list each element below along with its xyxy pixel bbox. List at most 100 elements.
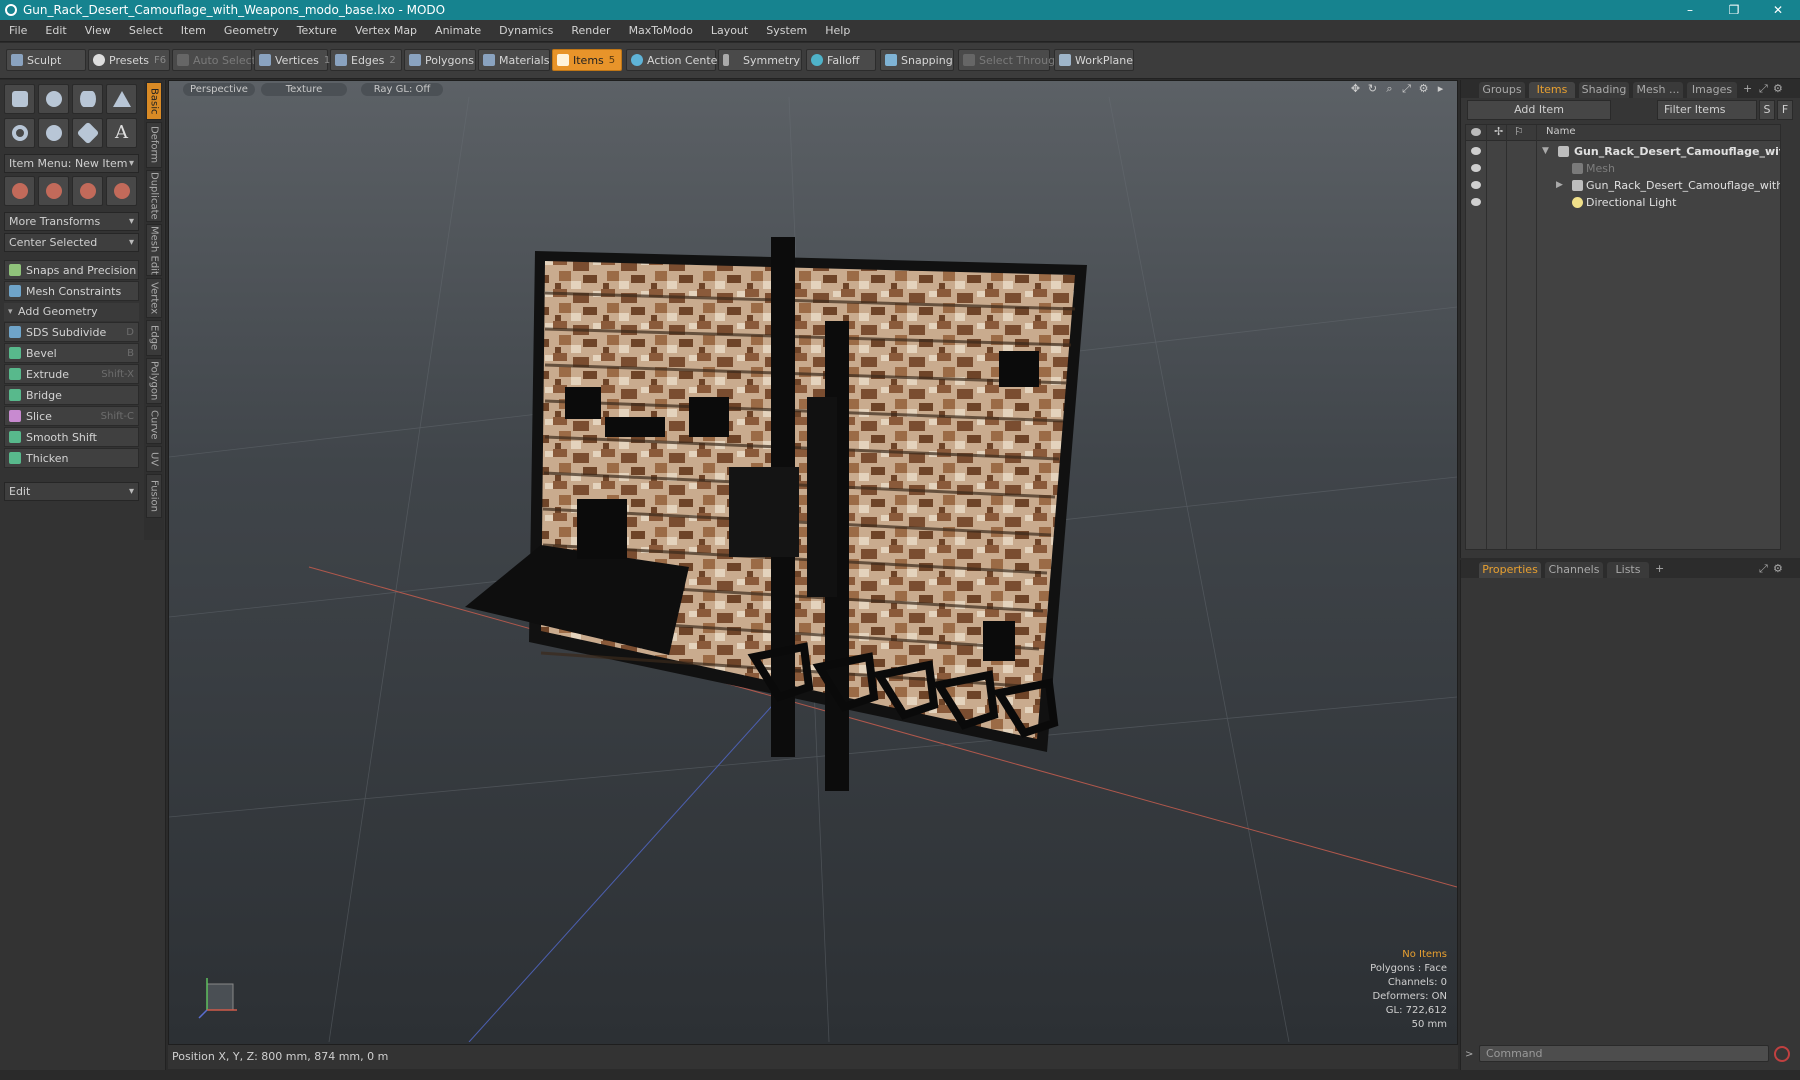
- falloff-button[interactable]: Falloff: [806, 49, 876, 71]
- edges-button[interactable]: Edges 2: [330, 49, 402, 71]
- close-button[interactable]: ✕: [1756, 0, 1800, 20]
- vertices-button[interactable]: Vertices 1: [254, 49, 330, 71]
- tab-mesh-edit[interactable]: Mesh Edit: [146, 224, 162, 276]
- tab-edge[interactable]: Edge: [146, 320, 162, 356]
- add-tab-icon[interactable]: +: [1743, 82, 1752, 95]
- text-tool-button[interactable]: A: [106, 118, 137, 148]
- tab-properties[interactable]: Properties: [1479, 562, 1541, 578]
- edit-dropdown[interactable]: Edit: [4, 482, 139, 501]
- menu-edit[interactable]: Edit: [36, 20, 75, 42]
- visibility-eye-icon[interactable]: [1471, 164, 1481, 172]
- workplane-button[interactable]: WorkPlane: [1054, 49, 1134, 71]
- bridge-button[interactable]: Bridge: [4, 385, 139, 405]
- slice-button[interactable]: Slice Shift-C: [4, 406, 139, 426]
- menu-geometry[interactable]: Geometry: [215, 20, 288, 42]
- more-transforms-dropdown[interactable]: More Transforms: [4, 212, 139, 231]
- visibility-column-icon[interactable]: [1471, 128, 1481, 136]
- smooth-shift-button[interactable]: Smooth Shift: [4, 427, 139, 447]
- expand-panel-icon[interactable]: ⤢: [1759, 82, 1768, 96]
- tab-lists[interactable]: Lists: [1607, 562, 1649, 578]
- tab-channels[interactable]: Channels: [1545, 562, 1603, 578]
- tree-row-scene[interactable]: ▼ Gun_Rack_Desert_Camouflage_with...: [1466, 143, 1780, 160]
- tab-items[interactable]: Items: [1529, 82, 1575, 98]
- presets-button[interactable]: Presets F6: [88, 49, 170, 71]
- menu-system[interactable]: System: [757, 20, 816, 42]
- expand-panel-icon[interactable]: ⤢: [1759, 562, 1768, 576]
- action-center-button[interactable]: Action Center: [626, 49, 722, 71]
- add-geometry-header[interactable]: Add Geometry: [4, 303, 139, 321]
- sds-subdivide-button[interactable]: SDS Subdivide D: [4, 322, 139, 342]
- items-mode-button[interactable]: Items 5: [552, 49, 622, 71]
- pan-icon[interactable]: ✥: [1349, 82, 1362, 95]
- tab-images[interactable]: Images: [1687, 82, 1737, 98]
- thicken-button[interactable]: Thicken: [4, 448, 139, 468]
- visibility-eye-icon[interactable]: [1471, 181, 1481, 189]
- auto-select-button[interactable]: Auto Select: [172, 49, 256, 71]
- filter-items-input[interactable]: Filter Items: [1657, 100, 1757, 120]
- add-tab-icon[interactable]: +: [1655, 562, 1664, 575]
- pen-tool-button[interactable]: [72, 118, 103, 148]
- view-type-selector[interactable]: Perspective: [183, 83, 255, 96]
- panel-settings-icon[interactable]: ⚙: [1773, 562, 1783, 575]
- cube-tool-button[interactable]: [4, 84, 35, 114]
- visibility-eye-icon[interactable]: [1471, 147, 1481, 155]
- menu-animate[interactable]: Animate: [426, 20, 490, 42]
- tab-vertex[interactable]: Vertex: [146, 278, 162, 318]
- fit-icon[interactable]: ⤢: [1400, 82, 1413, 95]
- tab-basic[interactable]: Basic: [146, 82, 162, 120]
- snapping-button[interactable]: Snapping: [880, 49, 954, 71]
- maximize-button[interactable]: ❐: [1712, 0, 1756, 20]
- cylinder-tool-button[interactable]: [72, 84, 103, 114]
- scale-tool-button[interactable]: [72, 176, 103, 206]
- menu-vertex-map[interactable]: Vertex Map: [346, 20, 426, 42]
- expand-arrow-icon[interactable]: ▶: [1556, 177, 1563, 194]
- bevel-button[interactable]: Bevel B: [4, 343, 139, 363]
- tab-mesh[interactable]: Mesh ...: [1633, 82, 1683, 98]
- transform-tool-button[interactable]: [106, 176, 137, 206]
- viewport-menu-icon[interactable]: ▸: [1434, 82, 1447, 95]
- snaps-precision-button[interactable]: Snaps and Precision: [4, 260, 139, 280]
- menu-view[interactable]: View: [76, 20, 120, 42]
- tab-deform[interactable]: Deform: [146, 122, 162, 168]
- move-tool-button[interactable]: [4, 176, 35, 206]
- add-item-dropdown[interactable]: Add Item: [1467, 100, 1611, 120]
- menu-maxtomodo[interactable]: MaxToModo: [620, 20, 702, 42]
- tab-shading[interactable]: Shading: [1579, 82, 1629, 98]
- rotate-tool-button[interactable]: [38, 176, 69, 206]
- menu-layout[interactable]: Layout: [702, 20, 757, 42]
- render-column-icon[interactable]: ⚐: [1514, 125, 1524, 138]
- sculpt-button[interactable]: Sculpt: [6, 49, 86, 71]
- 3d-viewport[interactable]: Perspective Texture Ray GL: Off ✥ ↻ ⌕ ⤢ …: [168, 80, 1458, 1045]
- select-through-button[interactable]: Select Through: [958, 49, 1062, 71]
- tab-polygon[interactable]: Polygon: [146, 358, 162, 404]
- panel-settings-icon[interactable]: ⚙: [1773, 82, 1783, 95]
- tab-fusion[interactable]: Fusion: [146, 474, 162, 518]
- name-column-header[interactable]: Name: [1546, 126, 1576, 137]
- settings-icon[interactable]: ⚙: [1417, 82, 1430, 95]
- menu-help[interactable]: Help: [816, 20, 859, 42]
- command-input[interactable]: Command: [1479, 1045, 1769, 1062]
- extrude-button[interactable]: Extrude Shift-X: [4, 364, 139, 384]
- minimize-button[interactable]: –: [1668, 0, 1712, 20]
- expand-arrow-icon[interactable]: ▼: [1542, 143, 1549, 160]
- menu-select[interactable]: Select: [120, 20, 172, 42]
- item-menu-dropdown[interactable]: Item Menu: New Item: [4, 154, 139, 173]
- polygons-button[interactable]: Polygons: [404, 49, 476, 71]
- visibility-eye-icon[interactable]: [1471, 198, 1481, 206]
- mesh-constraints-button[interactable]: Mesh Constraints: [4, 281, 139, 301]
- filter-s-button[interactable]: S: [1759, 100, 1775, 120]
- lock-column-icon[interactable]: ✢: [1494, 125, 1503, 138]
- tab-groups[interactable]: Groups: [1479, 82, 1525, 98]
- tab-curve[interactable]: Curve: [146, 406, 162, 444]
- tab-uv[interactable]: UV: [146, 446, 162, 472]
- center-selected-dropdown[interactable]: Center Selected: [4, 233, 139, 252]
- orbit-icon[interactable]: ↻: [1366, 82, 1379, 95]
- tree-row-mesh[interactable]: Mesh: [1466, 160, 1780, 177]
- cone-tool-button[interactable]: [106, 84, 137, 114]
- menu-dynamics[interactable]: Dynamics: [490, 20, 562, 42]
- zoom-icon[interactable]: ⌕: [1383, 82, 1396, 95]
- shading-selector[interactable]: Texture: [261, 83, 347, 96]
- menu-item[interactable]: Item: [172, 20, 215, 42]
- tab-duplicate[interactable]: Duplicate: [146, 170, 162, 222]
- menu-texture[interactable]: Texture: [288, 20, 346, 42]
